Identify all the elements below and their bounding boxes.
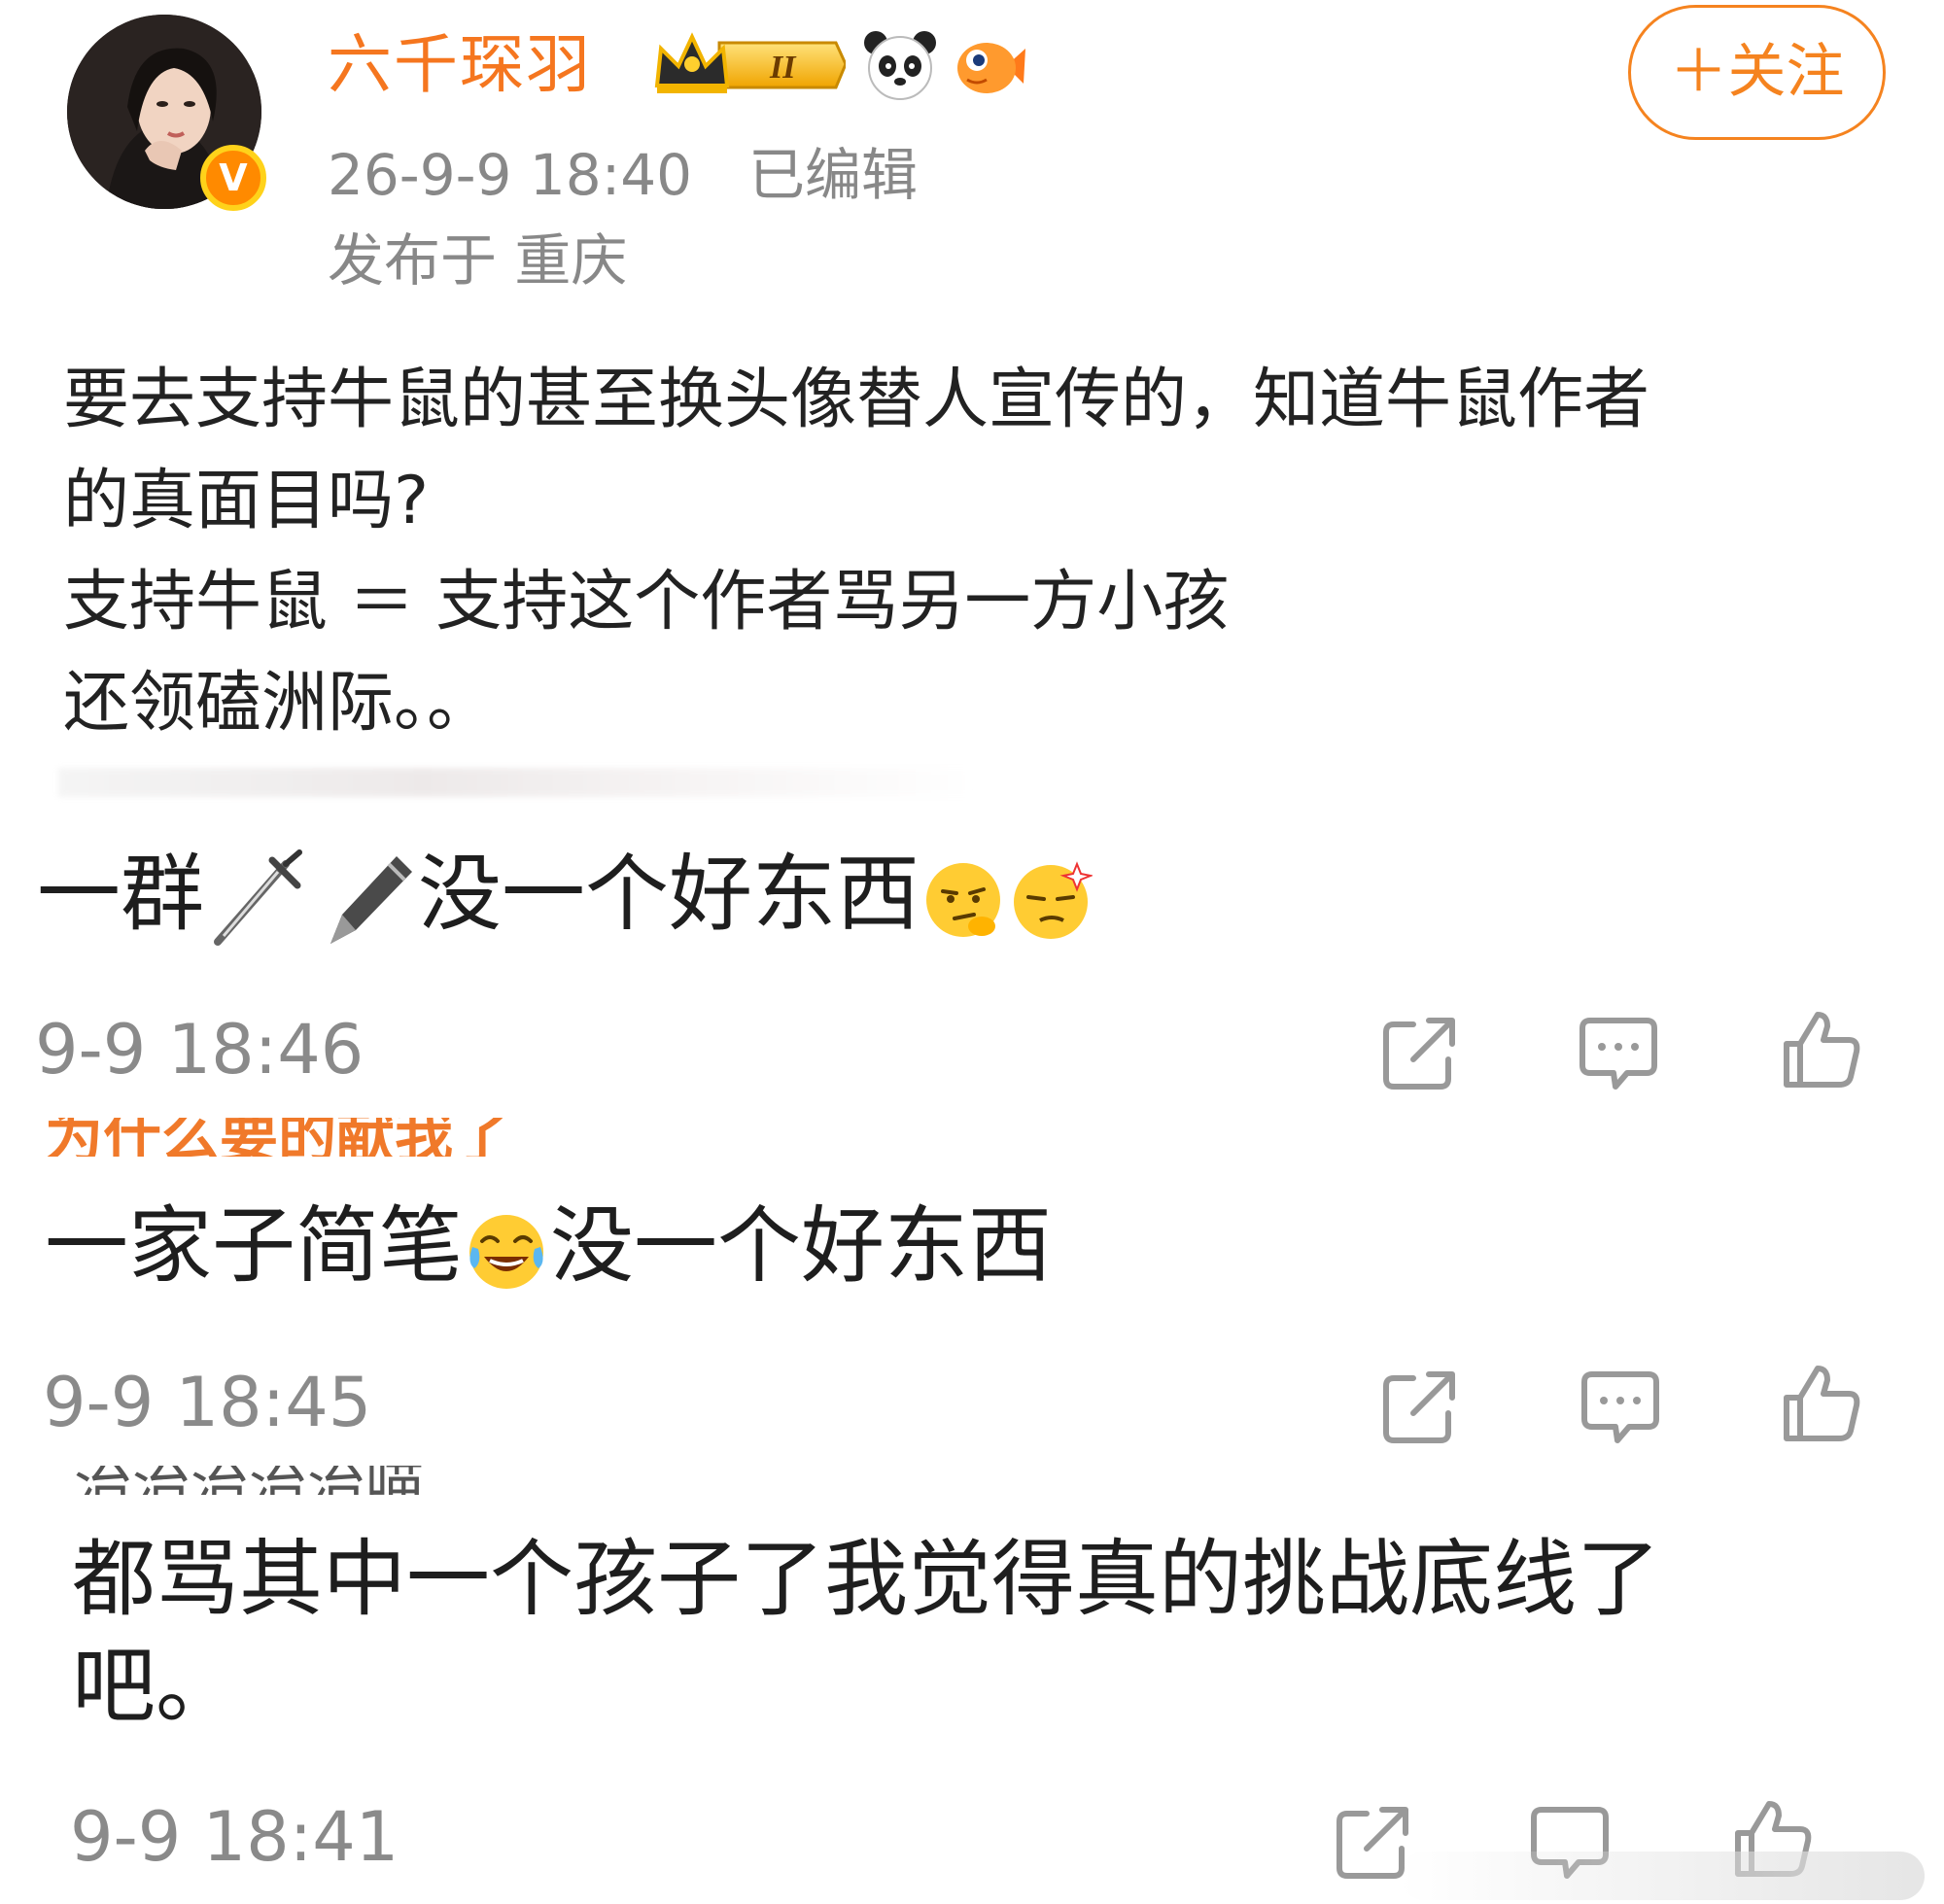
blurred-divider <box>58 768 972 797</box>
pen-icon <box>311 847 418 953</box>
comment-1-reply-icon[interactable] <box>1577 1011 1660 1094</box>
comment-1-text: 一群 没一个好东西 <box>37 836 1094 953</box>
verified-badge: V <box>200 145 266 211</box>
comment-2-text-before: 一家子简笔 <box>45 1197 463 1295</box>
comment-2-time: 9-9 18:45 <box>43 1363 372 1442</box>
comment-2-text: 一家子简笔 没一个好东西 <box>45 1188 1052 1304</box>
panda-icon <box>862 27 938 103</box>
dagger-icon <box>204 847 311 953</box>
thinking-emoji-icon <box>921 858 1005 942</box>
post-body: 要去支持牛鼠的甚至换头像替人宣传的，知道牛鼠作者 的真面目吗? 支持牛鼠 ＝ 支… <box>63 362 1650 742</box>
laughing-tears-emoji-icon <box>465 1210 548 1294</box>
comment-3-time: 9-9 18:41 <box>70 1797 399 1877</box>
comment-2-share-icon[interactable] <box>1378 1365 1462 1448</box>
post-username[interactable]: 六千琛羽 <box>328 21 592 109</box>
fish-icon <box>954 31 1027 101</box>
comment-2-like-icon[interactable] <box>1779 1361 1862 1444</box>
follow-button[interactable]: ＋关注 <box>1628 5 1886 140</box>
comment-2-username-fragment[interactable]: 为什么要的献我了 <box>45 1118 511 1157</box>
post-timestamp: 26-9-9 18:40 <box>328 142 693 208</box>
post-location: 发布于 重庆 <box>328 227 628 294</box>
comment-1-text-before: 一群 <box>37 846 204 943</box>
crown-level-badge-icon: II <box>651 29 848 99</box>
watermark-overlay <box>1400 1852 1925 1900</box>
smug-emoji-icon <box>1009 858 1093 942</box>
comment-1-text-after: 没一个好东西 <box>418 846 920 943</box>
comment-2-reply-icon[interactable] <box>1579 1365 1662 1448</box>
comment-3-username-fragment[interactable]: 治治治治治喵_ <box>74 1466 453 1495</box>
comment-3-text: 都骂其中一个孩子了我觉得真的挑战底线了 吧。 <box>72 1531 1660 1735</box>
edited-label: 已编辑 <box>748 142 919 208</box>
comment-2-text-after: 没一个好东西 <box>550 1197 1052 1295</box>
comment-1-like-icon[interactable] <box>1779 1007 1862 1090</box>
comment-1-time: 9-9 18:46 <box>35 1010 364 1090</box>
comment-1-share-icon[interactable] <box>1378 1011 1462 1094</box>
svg-text:II: II <box>769 50 797 86</box>
